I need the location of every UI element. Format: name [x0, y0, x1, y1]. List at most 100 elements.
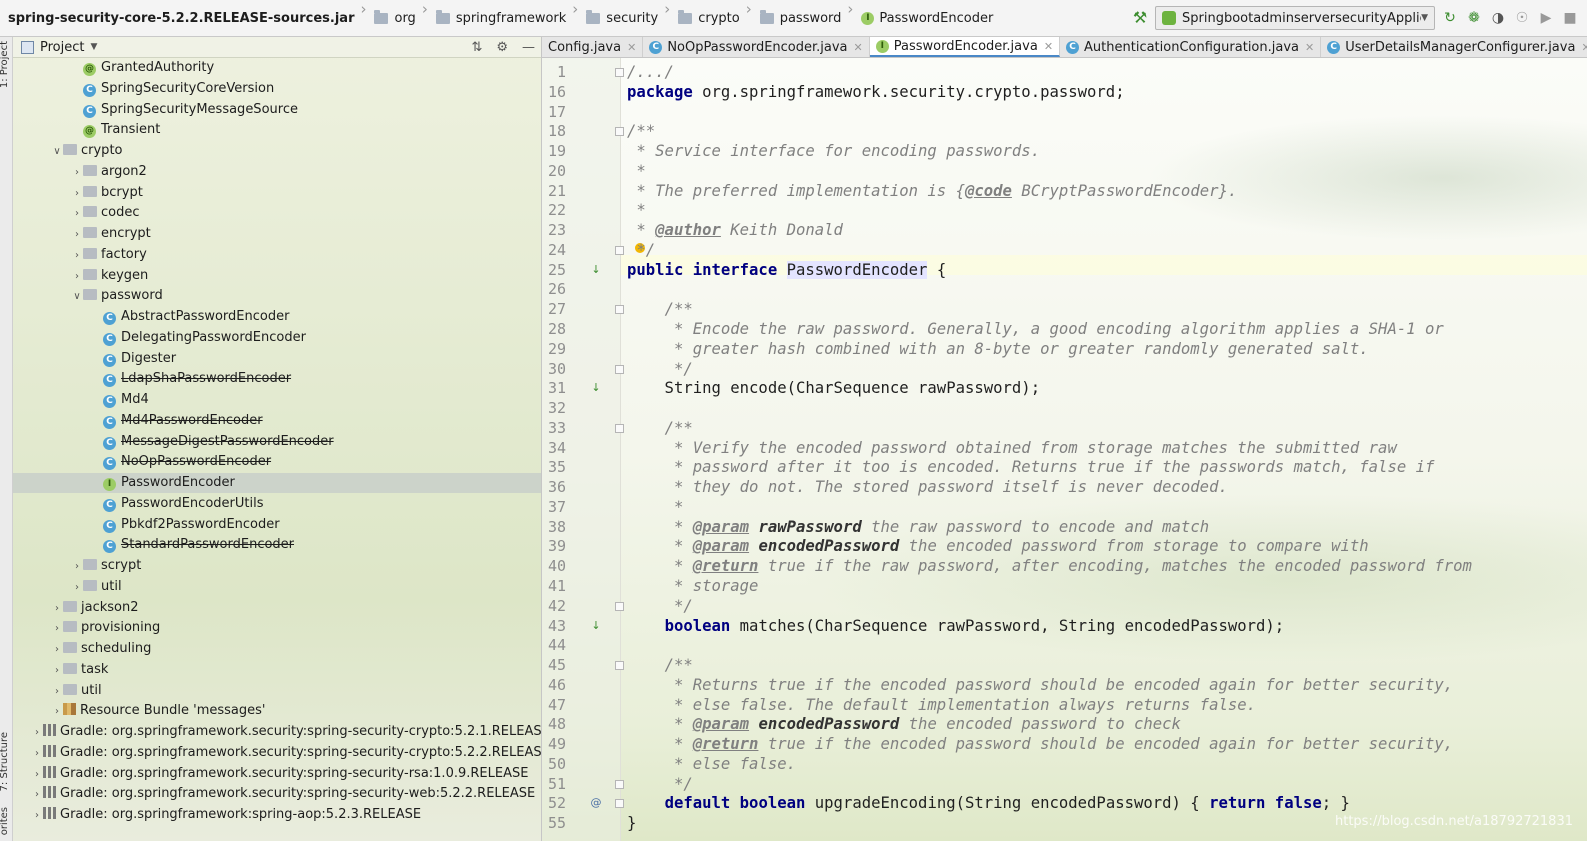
tree-item[interactable]: › bcrypt: [13, 183, 541, 203]
fold-marker-icon[interactable]: [615, 661, 624, 671]
fold-marker-icon[interactable]: [615, 127, 624, 137]
tree-item[interactable]: › task: [13, 660, 541, 680]
tree-item[interactable]: C MessageDigestPasswordEncoder: [13, 432, 541, 452]
tree-item[interactable]: C Md4: [13, 390, 541, 410]
tree-item[interactable]: › factory: [13, 245, 541, 265]
tree-item[interactable]: C LdapShaPasswordEncoder: [13, 369, 541, 389]
tree-item[interactable]: C Md4PasswordEncoder: [13, 411, 541, 431]
editor-tab[interactable]: C NoOpPasswordEncoder.java ✕: [643, 37, 870, 57]
collapse-arrow-icon[interactable]: ›: [51, 619, 63, 639]
editor-tab[interactable]: C AuthenticationConfiguration.java ✕: [1060, 37, 1322, 57]
collapse-arrow-icon[interactable]: ›: [51, 640, 63, 660]
breadcrumb-item[interactable]: springframework: [430, 0, 570, 36]
chevron-down-icon[interactable]: ▼: [90, 42, 97, 52]
implemented-by-icon[interactable]: ↓: [589, 619, 603, 633]
tree-item[interactable]: C NoOpPasswordEncoder: [13, 452, 541, 472]
tool-tab-structure[interactable]: 7: Structure: [0, 732, 12, 791]
fold-marker-icon[interactable]: [615, 364, 624, 374]
fold-marker-icon[interactable]: [615, 799, 624, 809]
collapse-arrow-icon[interactable]: ›: [31, 785, 43, 805]
tree-item[interactable]: › scheduling: [13, 639, 541, 659]
collapse-arrow-icon[interactable]: ›: [71, 225, 83, 245]
collapse-arrow-icon[interactable]: ›: [31, 806, 43, 826]
breadcrumb-item[interactable]: security: [580, 0, 662, 36]
collapse-arrow-icon[interactable]: ›: [71, 184, 83, 204]
rerun-icon[interactable]: ↻: [1441, 9, 1459, 27]
breadcrumb-item[interactable]: org: [368, 0, 419, 36]
tool-tab-favorites[interactable]: orites: [0, 807, 12, 835]
close-icon[interactable]: ✕: [854, 41, 863, 54]
tree-item[interactable]: @ Transient: [13, 120, 541, 140]
breadcrumb-item[interactable]: I PasswordEncoder: [855, 0, 997, 36]
tree-item[interactable]: › Gradle: org.springframework:spring-aop:…: [13, 805, 541, 825]
breadcrumb-item[interactable]: spring-security-core-5.2.2.RELEASE-sourc…: [0, 0, 358, 36]
run-icon[interactable]: ▶: [1537, 9, 1555, 27]
tree-item[interactable]: › Gradle: org.springframework.security:sp…: [13, 784, 541, 804]
expand-arrow-icon[interactable]: ∨: [71, 287, 83, 307]
gear-icon[interactable]: ⚙: [496, 40, 508, 55]
breadcrumb-item[interactable]: crypto: [672, 0, 744, 36]
tree-item[interactable]: C SpringSecurityCoreVersion: [13, 79, 541, 99]
collapse-arrow-icon[interactable]: ›: [51, 661, 63, 681]
tree-item[interactable]: › argon2: [13, 162, 541, 182]
editor-tab[interactable]: I PasswordEncoder.java ✕: [869, 37, 1061, 57]
implemented-by-icon[interactable]: ↓: [589, 263, 603, 277]
expand-arrow-icon[interactable]: ∨: [51, 142, 63, 162]
project-panel-title[interactable]: Project: [40, 40, 84, 55]
collapse-arrow-icon[interactable]: ›: [71, 578, 83, 598]
close-icon[interactable]: ✕: [1044, 40, 1053, 53]
close-icon[interactable]: ✕: [1305, 41, 1314, 54]
tree-item[interactable]: C StandardPasswordEncoder: [13, 535, 541, 555]
tree-item[interactable]: › provisioning: [13, 618, 541, 638]
collapse-arrow-icon[interactable]: ›: [31, 723, 43, 743]
tree-item[interactable]: › Gradle: org.springframework.security:sp…: [13, 722, 541, 742]
fold-marker-icon[interactable]: [615, 68, 624, 77]
more-icon[interactable]: ■: [1561, 9, 1579, 27]
fold-marker-icon[interactable]: [615, 601, 624, 611]
collapse-arrow-icon[interactable]: ›: [51, 702, 63, 722]
tree-item[interactable]: C Digester: [13, 349, 541, 369]
editor-tab[interactable]: C UserDetailsManagerConfigurer.java ✕: [1321, 37, 1587, 57]
tree-item[interactable]: ∨ password: [13, 286, 541, 306]
tree-item[interactable]: › codec: [13, 203, 541, 223]
collapse-arrow-icon[interactable]: ›: [71, 163, 83, 183]
close-icon[interactable]: ✕: [627, 41, 636, 54]
collapse-arrow-icon[interactable]: ›: [71, 557, 83, 577]
collapse-arrow-icon[interactable]: ›: [31, 765, 43, 785]
implemented-by-icon[interactable]: ↓: [589, 381, 603, 395]
fold-marker-icon[interactable]: [615, 305, 624, 315]
tree-item[interactable]: › util: [13, 577, 541, 597]
overridden-by-icon[interactable]: @: [589, 796, 603, 810]
tree-item[interactable]: C DelegatingPasswordEncoder: [13, 328, 541, 348]
tree-item[interactable]: › Gradle: org.springframework.security:sp…: [13, 764, 541, 784]
code-area[interactable]: 1 16 17 18 19 20 21 22 23 24 25 ↓ 26 27 28 29 30 31 ↓ 32 33 3…: [542, 58, 1587, 841]
tool-tab-project[interactable]: 1: Project: [0, 41, 12, 88]
debug-icon[interactable]: ❁: [1465, 9, 1483, 27]
collapse-arrow-icon[interactable]: ›: [71, 267, 83, 287]
editor-tab[interactable]: Config.java ✕: [542, 37, 644, 57]
collapse-arrow-icon[interactable]: ›: [51, 599, 63, 619]
collapse-arrow-icon[interactable]: ›: [71, 204, 83, 224]
run-configuration-selector[interactable]: SpringbootadminserversecurityApplication…: [1155, 6, 1435, 30]
tree-item[interactable]: › keygen: [13, 266, 541, 286]
tree-item[interactable]: C AbstractPasswordEncoder: [13, 307, 541, 327]
build-hammer-icon[interactable]: ⚒: [1131, 9, 1149, 27]
tree-item[interactable]: › Gradle: org.springframework.security:sp…: [13, 743, 541, 763]
coverage-icon[interactable]: ◑: [1489, 9, 1507, 27]
tree-item[interactable]: › Resource Bundle 'messages': [13, 701, 541, 721]
tree-item[interactable]: C PasswordEncoderUtils: [13, 494, 541, 514]
tree-item[interactable]: › jackson2: [13, 598, 541, 618]
fold-marker-icon[interactable]: [615, 245, 624, 255]
breadcrumb-item[interactable]: password: [754, 0, 846, 36]
collapse-arrow-icon[interactable]: ›: [71, 246, 83, 266]
profile-icon[interactable]: ☉: [1513, 9, 1531, 27]
collapse-all-icon[interactable]: ⇅: [471, 40, 482, 55]
hide-panel-icon[interactable]: —: [522, 40, 535, 55]
tree-item[interactable]: C Pbkdf2PasswordEncoder: [13, 515, 541, 535]
tree-item[interactable]: › encrypt: [13, 224, 541, 244]
tree-item[interactable]: › scrypt: [13, 556, 541, 576]
tree-item[interactable]: I PasswordEncoder: [13, 473, 541, 493]
tree-item[interactable]: › util: [13, 681, 541, 701]
tree-item[interactable]: ∨ crypto: [13, 141, 541, 161]
close-icon[interactable]: ✕: [1581, 41, 1587, 54]
